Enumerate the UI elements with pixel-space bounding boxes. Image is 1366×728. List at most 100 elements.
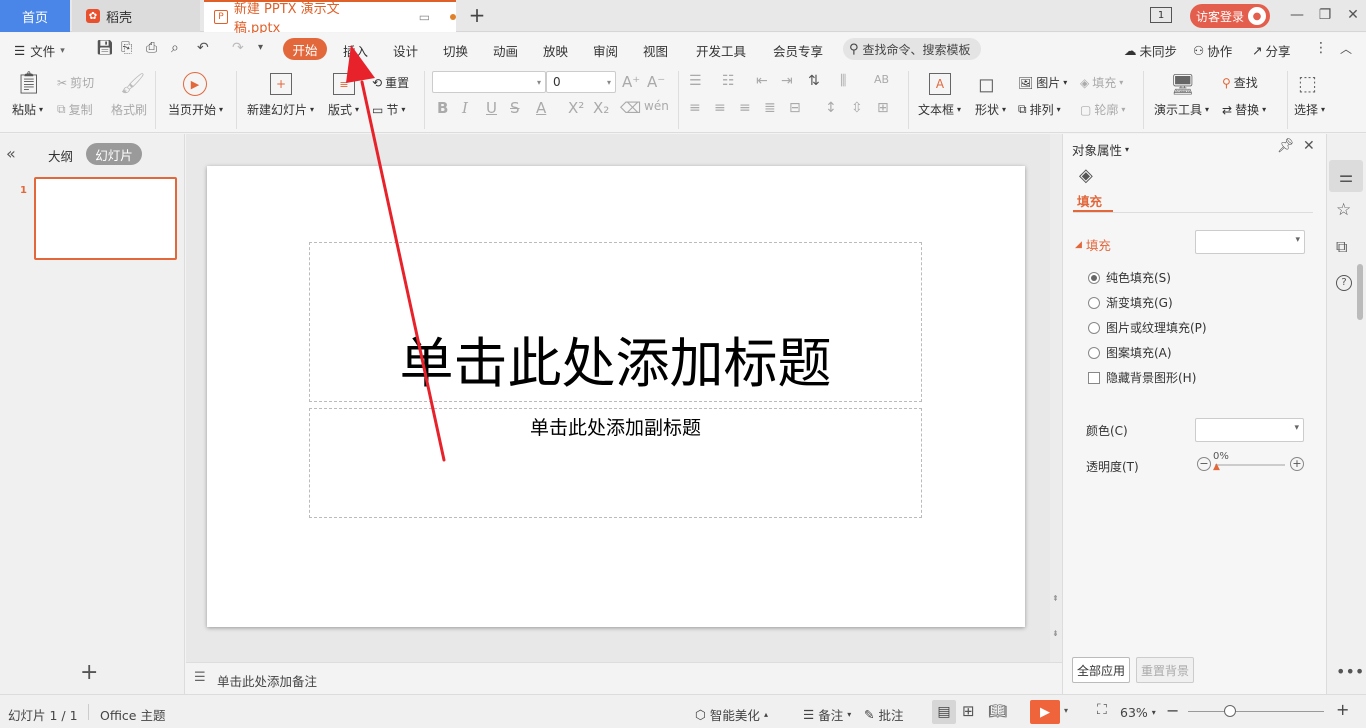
vertical-scrollbar[interactable] [1050, 134, 1062, 662]
zoom-out-icon[interactable]: − [1166, 701, 1179, 720]
play-icon[interactable]: ▶ [183, 72, 207, 96]
tab-fill[interactable]: 填充 [1077, 191, 1102, 210]
minimize-icon[interactable]: — [1284, 4, 1310, 26]
zoom-dropdown[interactable]: 63% ▾ [1120, 705, 1156, 720]
gradient-fill-option[interactable]: 渐变填充(G) [1088, 294, 1173, 311]
add-slide-icon[interactable]: + [80, 660, 98, 685]
format-painter-icon[interactable]: 🖌︎ [120, 71, 145, 95]
tab-slideshow[interactable]: 放映 [543, 41, 568, 60]
copy-button[interactable]: ⧉ 复制 [57, 101, 93, 118]
outline-button[interactable]: ▢ 轮廓 ▾ [1080, 101, 1125, 118]
preview-icon[interactable]: ⌕ [171, 40, 179, 56]
new-slide-button[interactable]: 新建幻灯片 ▾ [247, 101, 314, 118]
save-icon[interactable]: 💾︎ [96, 40, 114, 56]
layout-button[interactable]: 版式 ▾ [328, 101, 359, 118]
checkbox[interactable] [1088, 371, 1100, 384]
tab-animation[interactable]: 动画 [493, 41, 518, 60]
textbox-icon[interactable]: A [929, 73, 951, 95]
align-center-icon[interactable]: ≡ [714, 100, 726, 116]
tab-transition[interactable]: 切换 [443, 41, 468, 60]
file-menu[interactable]: ☰ 文件 ▾ [14, 41, 65, 60]
fill-bucket-icon[interactable]: ◈ [1079, 165, 1093, 186]
smart-beautify-button[interactable]: ⬡ 智能美化 ▴ [695, 705, 768, 724]
start-from-current-button[interactable]: 当页开始 ▾ [168, 101, 223, 118]
share-button[interactable]: ↗ 分享 [1252, 41, 1291, 60]
tab-review[interactable]: 审阅 [593, 41, 618, 60]
bold-icon[interactable]: B [437, 99, 448, 117]
subtitle-placeholder[interactable]: 单击此处添加副标题 [309, 408, 922, 518]
reading-view-icon[interactable]: 📖︎ [988, 702, 1007, 720]
presentation-tools-button[interactable]: 演示工具 ▾ [1154, 101, 1209, 118]
distribute-icon[interactable]: ⊟ [789, 100, 801, 116]
pin-star-icon[interactable]: ☆ [1336, 200, 1351, 220]
align-left-icon[interactable]: ≡ [689, 100, 701, 116]
slides-library-icon[interactable]: ⧉ [1336, 237, 1347, 257]
command-search[interactable]: ⚲ 查找命令、搜索模板 [843, 38, 981, 60]
collaborate-button[interactable]: ⚇ 协作 [1193, 41, 1232, 60]
slide-thumbnail[interactable] [34, 177, 177, 260]
select-icon[interactable]: ⬚ [1298, 71, 1324, 97]
zoom-slider[interactable] [1188, 711, 1324, 712]
tab-view[interactable]: 视图 [643, 41, 668, 60]
increase-transparency-icon[interactable]: + [1290, 457, 1304, 471]
cut-button[interactable]: ✂ 剪切 [57, 74, 94, 91]
new-slide-icon[interactable]: + [270, 73, 292, 95]
sort-icon[interactable]: ⇅ [808, 73, 820, 89]
slides-tab[interactable]: 幻灯片 [86, 143, 142, 165]
reset-button[interactable]: ⟲ 重置 [372, 74, 409, 91]
zoom-in-icon[interactable]: + [1336, 700, 1349, 719]
radio[interactable] [1088, 296, 1100, 309]
tab-start[interactable]: 开始 [283, 38, 327, 60]
hide-background-option[interactable]: 隐藏背景图形(H) [1088, 369, 1196, 386]
print-icon[interactable]: ⎙ [146, 40, 157, 56]
section-button[interactable]: ▭ 节 ▾ [372, 101, 405, 118]
new-tab-button[interactable]: + [466, 3, 488, 27]
phonetic-icon[interactable]: wén [644, 99, 669, 113]
collapse-panel-icon[interactable]: « [6, 144, 16, 163]
radio[interactable] [1088, 346, 1100, 359]
format-painter-button[interactable]: 格式刷 [111, 101, 147, 118]
decrease-indent-icon[interactable]: ⇤ [756, 73, 768, 89]
color-dropdown[interactable] [1195, 418, 1304, 442]
select-button[interactable]: 选择 ▾ [1294, 101, 1325, 118]
zoom-slider-handle[interactable] [1224, 705, 1236, 717]
quick-access-dropdown-icon[interactable]: ▾ [258, 42, 263, 53]
tab-docer[interactable]: ✿ 稻壳 [72, 0, 200, 32]
tab-home[interactable]: 首页 [0, 0, 70, 32]
notes-toggle-button[interactable]: ☰ 备注 ▾ [803, 705, 851, 724]
tab-insert[interactable]: 插入 [343, 41, 368, 60]
monitor-icon[interactable]: ▭ [419, 10, 430, 24]
play-slideshow-button[interactable]: ▶ [1030, 700, 1060, 724]
outline-tab[interactable]: 大纲 [48, 146, 73, 165]
more-icon[interactable]: ⋮ [1314, 40, 1328, 56]
columns-icon[interactable]: ⫼ [840, 73, 846, 89]
fill-section-toggle[interactable]: ◢ 填充 [1075, 235, 1111, 254]
collapse-ribbon-icon[interactable]: ︿ [1340, 40, 1352, 57]
properties-sidebar-icon[interactable]: ⚌ [1329, 160, 1363, 192]
line-spacing-icon[interactable]: ↕ [825, 100, 837, 116]
prev-slide-icon[interactable]: ⇞ [1052, 594, 1059, 603]
restore-icon[interactable]: ❐ [1312, 4, 1338, 26]
picture-button[interactable]: 🖼︎ 图片 ▾ [1018, 74, 1067, 91]
clear-format-icon[interactable]: ⌫ [620, 99, 641, 117]
text-direction-icon[interactable]: AB [874, 73, 889, 86]
undo-icon[interactable]: ↶ [197, 40, 209, 56]
slider-handle-icon[interactable]: ▲ [1213, 462, 1220, 472]
theme-name[interactable]: Office 主题 [100, 705, 165, 724]
chevron-down-icon[interactable]: ▾ [1064, 706, 1068, 715]
arrange-button[interactable]: ⧉ 排列 ▾ [1018, 101, 1061, 118]
shape-icon[interactable]: ◻ [978, 72, 1004, 96]
window-count-badge[interactable]: 1 [1150, 7, 1172, 23]
decrease-transparency-icon[interactable]: − [1197, 457, 1211, 471]
paste-icon[interactable]: 📋︎ [14, 71, 44, 99]
font-color-icon[interactable]: A [536, 99, 546, 117]
decrease-font-icon[interactable]: A⁻ [647, 73, 665, 91]
find-button[interactable]: ⚲ 查找 [1222, 74, 1258, 91]
transparency-slider[interactable] [1215, 464, 1285, 466]
font-name-dropdown[interactable]: ▾ [432, 71, 546, 93]
replace-button[interactable]: ⇄ 替换 ▾ [1222, 101, 1266, 118]
slide[interactable]: 单击此处添加标题 单击此处添加副标题 [207, 166, 1025, 627]
numbered-list-icon[interactable]: ☷ [722, 73, 735, 89]
sidebar-scrollbar[interactable] [1357, 264, 1363, 320]
tab-member[interactable]: 会员专享 [773, 41, 823, 60]
